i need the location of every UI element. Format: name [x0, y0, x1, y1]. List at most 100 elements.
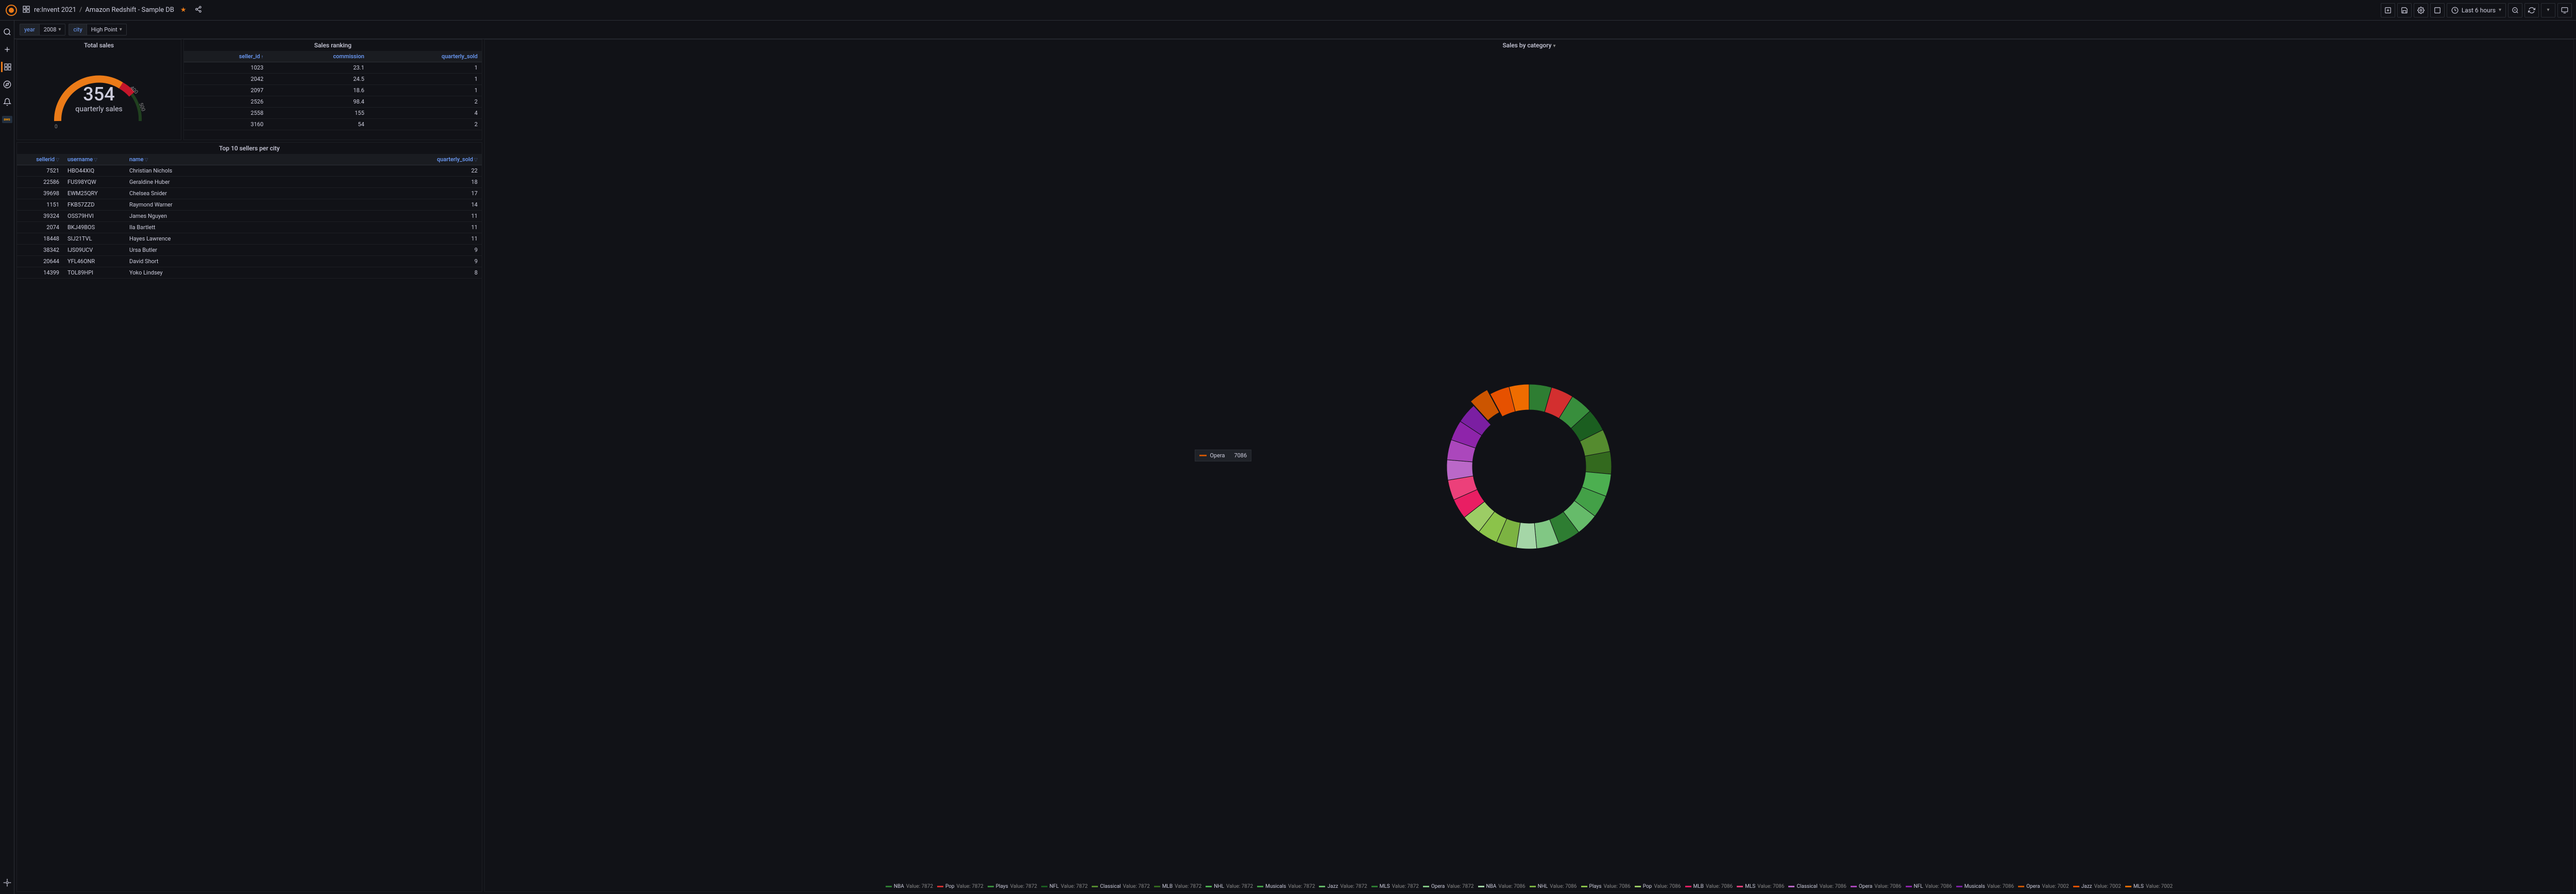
- legend-item[interactable]: JazzValue: 7002: [2073, 884, 2121, 889]
- table-row[interactable]: 18448SIJ21TVLHayes Lawrence11: [17, 233, 482, 245]
- svg-text:0: 0: [55, 124, 58, 130]
- panel-title: Top 10 sellers per city: [17, 143, 482, 154]
- star-icon[interactable]: ★: [180, 6, 187, 14]
- side-nav: aws: [0, 21, 14, 894]
- table-row[interactable]: 22586FUS98YQWGeraldine Huber18: [17, 177, 482, 188]
- legend-item[interactable]: NHLValue: 7872: [1206, 884, 1253, 889]
- ranking-table: seller_id↑ commission quarterly_sold 102…: [184, 51, 482, 130]
- legend-item[interactable]: MLSValue: 7086: [1737, 884, 1784, 889]
- table-row[interactable]: 39698EWM25QRYChelsea Snider17: [17, 188, 482, 199]
- aws-icon[interactable]: aws: [2, 114, 12, 125]
- settings-gear-icon[interactable]: [2414, 3, 2428, 18]
- panel-total-sales[interactable]: Total sales 0 400 500 354 quarterly sale…: [16, 39, 181, 140]
- table-row[interactable]: 38342IJS09UCVUrsa Butler9: [17, 245, 482, 256]
- legend-item[interactable]: MusicalsValue: 7086: [1956, 884, 2014, 889]
- donut-chart: Opera 7086: [485, 51, 2573, 882]
- add-panel-button[interactable]: [2381, 3, 2395, 18]
- col-username[interactable]: username▽: [63, 154, 125, 165]
- table-row[interactable]: 7521HBO44XIQChristian Nichols22: [17, 165, 482, 177]
- refresh-interval-dropdown[interactable]: ▾: [2541, 3, 2555, 18]
- legend-item[interactable]: OperaValue: 7872: [1423, 884, 1474, 889]
- filter-icon[interactable]: ▽: [474, 158, 478, 163]
- legend-item[interactable]: JazzValue: 7872: [1319, 884, 1367, 889]
- breadcrumb-folder[interactable]: re:Invent 2021: [34, 6, 76, 14]
- panel-sales-by-category[interactable]: Sales by category ▾ Opera 7086 NBAValue:…: [484, 39, 2574, 892]
- col-sellerid[interactable]: sellerid▽: [17, 154, 63, 165]
- alerting-icon[interactable]: [2, 97, 12, 107]
- table-row[interactable]: 2074BKJ49BOSIla Bartlett11: [17, 222, 482, 233]
- breadcrumb-title[interactable]: Amazon Redshift - Sample DB: [85, 6, 174, 14]
- chevron-down-icon[interactable]: ▾: [1553, 43, 1555, 49]
- panel-sales-ranking[interactable]: Sales ranking seller_id↑ commission quar…: [183, 39, 482, 140]
- panel-title: Sales ranking: [184, 40, 482, 51]
- legend-item[interactable]: NFLValue: 7086: [1906, 884, 1952, 889]
- open-original-button[interactable]: [2430, 3, 2445, 18]
- legend-item[interactable]: NBAValue: 7872: [886, 884, 933, 889]
- search-icon[interactable]: [2, 27, 12, 37]
- gear-icon[interactable]: [2, 878, 12, 888]
- table-row[interactable]: 20644YFL46ONRDavid Short9: [17, 256, 482, 267]
- filter-icon[interactable]: ▽: [56, 158, 59, 163]
- dashboard-grid: Total sales 0 400 500 354 quarterly sale…: [14, 37, 2576, 894]
- table-row[interactable]: 14399TOL89HPIYoko Lindsey8: [17, 267, 482, 279]
- table-row[interactable]: 204224.51: [184, 74, 482, 85]
- col-quarterly-sold[interactable]: quarterly_sold▽: [420, 154, 482, 165]
- cycle-view-button[interactable]: [2557, 3, 2572, 18]
- legend-item[interactable]: PopValue: 7086: [1635, 884, 1681, 889]
- legend-item[interactable]: ClassicalValue: 7086: [1788, 884, 1846, 889]
- save-button[interactable]: [2397, 3, 2412, 18]
- table-row[interactable]: 3160542: [184, 119, 482, 130]
- chart-tooltip: Opera 7086: [1195, 450, 1251, 461]
- panel-top-10-sellers[interactable]: Top 10 sellers per city sellerid▽ userna…: [16, 142, 482, 892]
- dashboard-grid-icon[interactable]: [23, 6, 30, 14]
- legend-item[interactable]: OperaValue: 7086: [1851, 884, 1902, 889]
- variable-year-select[interactable]: 2008 ▾: [39, 24, 66, 36]
- legend-item[interactable]: NFLValue: 7872: [1041, 884, 1088, 889]
- donut-legend: NBAValue: 7872 PopValue: 7872 PlaysValue: …: [485, 882, 2573, 891]
- legend-item[interactable]: MusicalsValue: 7872: [1257, 884, 1315, 889]
- gauge-chart: 0 400 500 354 quarterly sales: [17, 51, 181, 140]
- variable-city-label: city: [69, 24, 86, 36]
- table-row[interactable]: 1151FKB57ZZDRaymond Warner14: [17, 199, 482, 211]
- variable-city: city High Point ▾: [69, 24, 126, 36]
- legend-item[interactable]: PlaysValue: 7872: [988, 884, 1037, 889]
- legend-item[interactable]: NBAValue: 7086: [1478, 884, 1526, 889]
- legend-item[interactable]: OperaValue: 7002: [2018, 884, 2069, 889]
- chevron-down-icon: ▾: [2499, 7, 2501, 13]
- col-name[interactable]: name▽: [125, 154, 420, 165]
- filter-icon[interactable]: ▽: [94, 158, 97, 163]
- time-range-picker[interactable]: Last 6 hours ▾: [2447, 3, 2506, 18]
- chevron-down-icon: ▾: [120, 27, 122, 32]
- grafana-logo[interactable]: [4, 3, 19, 18]
- legend-item[interactable]: MLSValue: 7872: [1371, 884, 1419, 889]
- topbar: re:Invent 2021 / Amazon Redshift - Sampl…: [0, 0, 2576, 21]
- legend-item[interactable]: ClassicalValue: 7872: [1092, 884, 1149, 889]
- legend-item[interactable]: MLSValue: 7002: [2125, 884, 2173, 889]
- plus-icon[interactable]: [2, 44, 12, 55]
- zoom-out-button[interactable]: [2508, 3, 2522, 18]
- legend-item[interactable]: PopValue: 7872: [937, 884, 984, 889]
- sort-asc-icon: ↑: [261, 55, 264, 60]
- legend-item[interactable]: PlaysValue: 7086: [1581, 884, 1631, 889]
- refresh-button[interactable]: [2524, 3, 2539, 18]
- legend-item[interactable]: MLBValue: 7086: [1685, 884, 1733, 889]
- gauge-value: 354: [75, 83, 123, 105]
- panel-title: Total sales: [17, 40, 181, 51]
- explore-icon[interactable]: [2, 79, 12, 90]
- variable-city-select[interactable]: High Point ▾: [87, 24, 127, 36]
- tooltip-swatch: [1199, 455, 1207, 456]
- col-seller-id[interactable]: seller_id↑: [184, 51, 267, 62]
- table-row[interactable]: 209718.61: [184, 85, 482, 96]
- legend-item[interactable]: NHLValue: 7086: [1530, 884, 1577, 889]
- table-row[interactable]: 39324OSS79HVIJames Nguyen11: [17, 211, 482, 222]
- legend-item[interactable]: MLBValue: 7872: [1154, 884, 1202, 889]
- filter-icon[interactable]: ▽: [145, 158, 148, 163]
- table-row[interactable]: 102323.11: [184, 62, 482, 74]
- table-row[interactable]: 25581554: [184, 108, 482, 119]
- col-commission[interactable]: commission: [267, 51, 368, 62]
- table-row[interactable]: 252698.42: [184, 96, 482, 108]
- col-quarterly-sold[interactable]: quarterly_sold: [368, 51, 482, 62]
- dashboards-icon[interactable]: [1, 62, 11, 72]
- breadcrumb-separator: /: [79, 6, 82, 14]
- share-icon[interactable]: [195, 6, 202, 15]
